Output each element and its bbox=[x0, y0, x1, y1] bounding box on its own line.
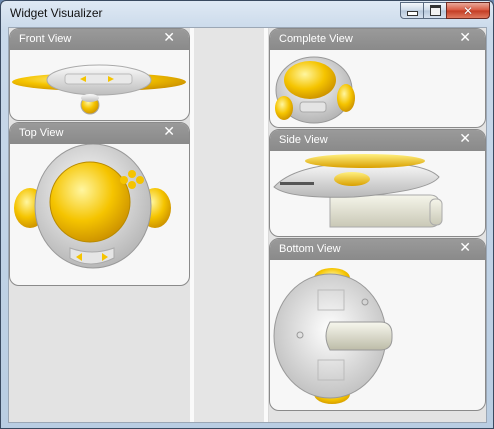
panel-header[interactable]: Bottom View ✕ bbox=[270, 239, 485, 260]
panel-title: Bottom View bbox=[279, 243, 341, 255]
panel-header[interactable]: Front View ✕ bbox=[10, 29, 189, 50]
panel-close-icon[interactable]: ✕ bbox=[163, 30, 175, 46]
middle-column bbox=[194, 28, 264, 422]
panel-close-icon[interactable]: ✕ bbox=[459, 240, 471, 256]
panel-close-icon[interactable]: ✕ bbox=[459, 131, 471, 147]
close-window-button[interactable]: ✕ bbox=[446, 2, 490, 19]
client-area: Front View ✕ Top View ✕ Complete View ✕ … bbox=[8, 27, 487, 423]
panel-title: Front View bbox=[19, 33, 72, 45]
panel-title: Complete View bbox=[279, 33, 353, 45]
app-window: Widget Visualizer ✕ Front View ✕ Top Vie… bbox=[0, 0, 494, 429]
panel-close-icon[interactable]: ✕ bbox=[163, 124, 175, 140]
maximize-icon bbox=[429, 5, 441, 16]
panel-header[interactable]: Side View ✕ bbox=[270, 130, 485, 151]
complete-view-image bbox=[270, 50, 485, 127]
title-bar[interactable]: Widget Visualizer ✕ bbox=[1, 1, 493, 25]
minimize-icon bbox=[406, 11, 418, 16]
window-title: Widget Visualizer bbox=[10, 6, 103, 20]
front-view-image bbox=[10, 50, 189, 120]
complete-view-panel: Complete View ✕ bbox=[269, 28, 486, 128]
panel-header[interactable]: Top View ✕ bbox=[10, 123, 189, 144]
front-view-panel: Front View ✕ bbox=[9, 28, 190, 121]
panel-close-icon[interactable]: ✕ bbox=[459, 30, 471, 46]
panel-header[interactable]: Complete View ✕ bbox=[270, 29, 485, 50]
column-divider[interactable] bbox=[264, 28, 268, 422]
minimize-button[interactable] bbox=[400, 2, 424, 19]
panel-title: Top View bbox=[19, 127, 64, 139]
side-view-panel: Side View ✕ bbox=[269, 129, 486, 237]
top-view-panel: Top View ✕ bbox=[9, 122, 190, 286]
bottom-view-image bbox=[270, 260, 485, 410]
top-view-image bbox=[10, 144, 189, 285]
bottom-view-panel: Bottom View ✕ bbox=[269, 238, 486, 411]
close-icon: ✕ bbox=[462, 3, 474, 18]
panel-title: Side View bbox=[279, 134, 328, 146]
maximize-button[interactable] bbox=[423, 2, 447, 19]
side-view-image bbox=[270, 151, 485, 236]
